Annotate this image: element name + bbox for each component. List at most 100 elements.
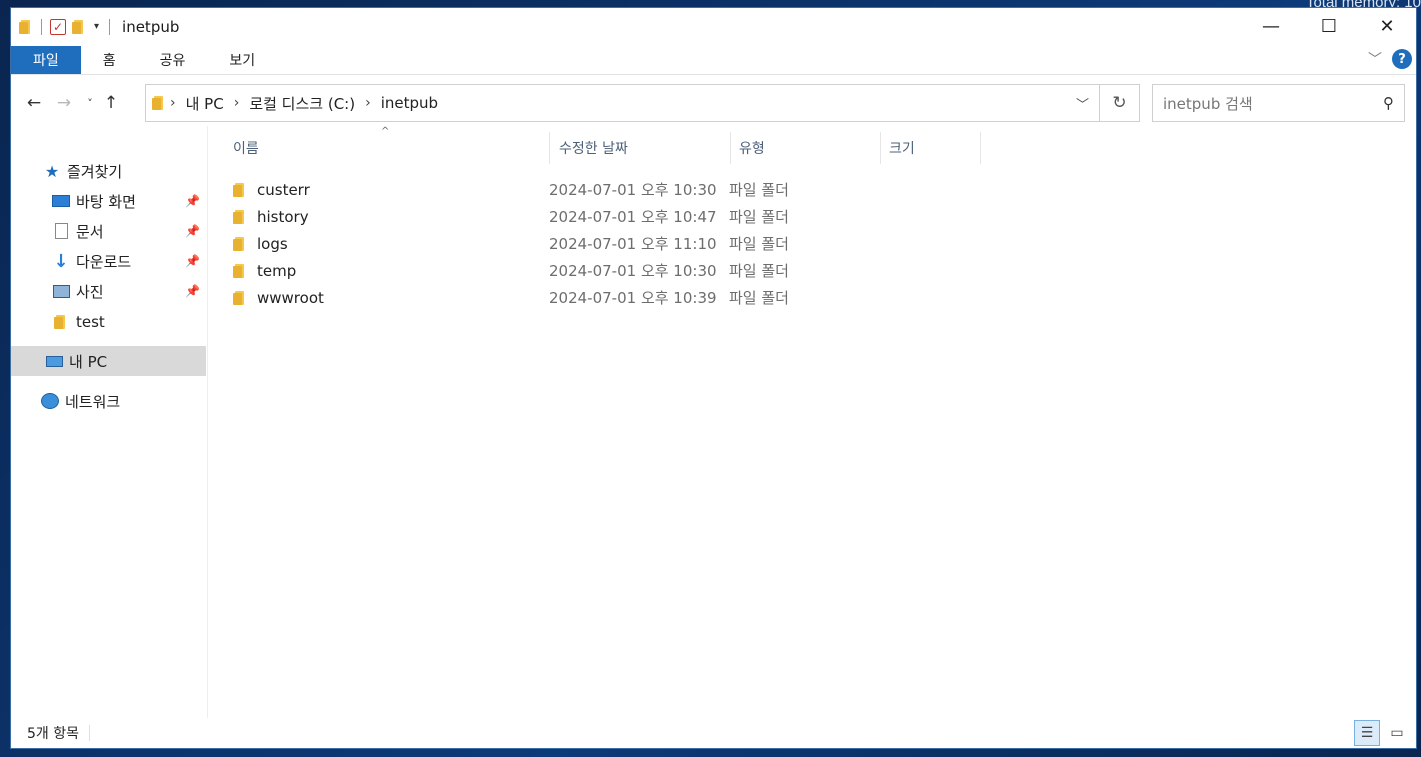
file-name: history <box>257 207 309 226</box>
breadcrumb-separator-icon[interactable]: › <box>361 95 375 111</box>
download-icon: ↓ <box>53 250 69 272</box>
tab-file[interactable]: 파일 <box>11 45 81 74</box>
ribbon-right-controls: ﹀ ? <box>1368 49 1412 69</box>
navigation-bar: ← → ˅ ↑ › 내 PC › 로컬 디스크 (C:) › inetpub ﹀… <box>11 83 1416 123</box>
file-type: 파일 폴더 <box>729 262 789 280</box>
address-dropdown-icon[interactable]: ﹀ <box>1076 94 1089 113</box>
up-button[interactable]: ↑ <box>101 93 121 113</box>
tab-home[interactable]: 홈 <box>81 46 138 74</box>
tab-share[interactable]: 공유 <box>138 46 208 74</box>
window-title: inetpub <box>122 17 180 36</box>
sidebar-item-label: 사진 <box>76 282 104 301</box>
help-icon[interactable]: ? <box>1392 49 1412 69</box>
file-type: 파일 폴더 <box>729 208 789 226</box>
toolbar-separator <box>41 18 42 35</box>
navigation-pane: ★ 즐겨찾기 바탕 화면 📌 문서 📌 ↓ 다운로드 📌 사진 📌 test 내… <box>11 126 208 718</box>
file-type: 파일 폴더 <box>729 289 789 307</box>
file-date: 2024-07-01 오후 10:30 <box>549 262 717 280</box>
status-bar: 5개 항목 ☰ ▭ <box>11 718 1416 748</box>
sidebar-item-downloads[interactable]: ↓ 다운로드 📌 <box>11 246 206 276</box>
breadcrumb-separator-icon[interactable]: › <box>166 95 180 111</box>
pin-icon[interactable]: 📌 <box>185 194 200 208</box>
file-date: 2024-07-01 오후 10:39 <box>549 289 717 307</box>
star-icon: ★ <box>44 161 60 181</box>
pin-icon[interactable]: 📌 <box>185 224 200 238</box>
folder-icon <box>19 19 33 35</box>
breadcrumb-inetpub[interactable]: inetpub <box>375 94 444 112</box>
toolbar-separator <box>109 18 111 35</box>
table-row[interactable]: wwwroot 2024-07-01 오후 10:39 파일 폴더 <box>233 284 879 311</box>
folder-icon <box>233 236 247 252</box>
breadcrumb-this-pc[interactable]: 내 PC <box>180 93 230 114</box>
sidebar-item-this-pc[interactable]: 내 PC <box>11 346 206 376</box>
folder-icon <box>152 95 166 111</box>
search-icon: ⚲ <box>1383 94 1394 112</box>
recent-locations-button[interactable]: ˅ <box>79 97 101 110</box>
maximize-button[interactable]: ☐ <box>1300 8 1358 45</box>
column-header-type[interactable]: 유형 <box>731 132 881 164</box>
status-separator <box>89 725 90 741</box>
sidebar-item-label: 네트워크 <box>65 392 121 411</box>
pictures-icon <box>52 284 70 298</box>
tab-view[interactable]: 보기 <box>207 46 277 74</box>
search-placeholder: inetpub 검색 <box>1163 94 1253 113</box>
desktop-icon <box>52 195 70 207</box>
sidebar-item-desktop[interactable]: 바탕 화면 📌 <box>11 186 206 216</box>
sidebar-item-label: 문서 <box>76 222 104 241</box>
column-header-name[interactable]: 이름 <box>225 132 550 164</box>
pin-icon[interactable]: 📌 <box>185 254 200 268</box>
title-bar: ✓ ▾ inetpub — ☐ ✕ <box>11 8 1416 45</box>
close-button[interactable]: ✕ <box>1358 8 1416 45</box>
sidebar-item-label: test <box>76 313 105 331</box>
file-date: 2024-07-01 오후 11:10 <box>549 235 717 253</box>
table-row[interactable]: custerr 2024-07-01 오후 10:30 파일 폴더 <box>233 176 879 203</box>
table-row[interactable]: logs 2024-07-01 오후 11:10 파일 폴더 <box>233 230 879 257</box>
folder-icon <box>233 209 247 225</box>
sidebar-item-label: 즐겨찾기 <box>67 162 123 181</box>
customize-toolbar-icon[interactable]: ▾ <box>92 21 101 32</box>
sidebar-item-test[interactable]: test <box>11 307 206 337</box>
quick-access-toolbar: ✓ ▾ inetpub <box>11 8 179 45</box>
column-header-date[interactable]: 수정한 날짜 <box>551 132 731 164</box>
address-bar[interactable]: › 내 PC › 로컬 디스크 (C:) › inetpub ﹀ <box>145 84 1100 122</box>
folder-icon <box>233 182 247 198</box>
table-row[interactable]: temp 2024-07-01 오후 10:30 파일 폴더 <box>233 257 879 284</box>
breadcrumb-local-disk[interactable]: 로컬 디스크 (C:) <box>243 93 361 114</box>
column-header-size[interactable]: 크기 <box>881 132 981 164</box>
view-switcher: ☰ ▭ <box>1354 720 1410 746</box>
expand-ribbon-icon[interactable]: ﹀ <box>1368 49 1382 69</box>
folder-icon <box>52 314 70 330</box>
explorer-window: ✓ ▾ inetpub — ☐ ✕ 파일 홈 공유 보기 ﹀ ? ← → ˅ ↑… <box>10 7 1417 749</box>
file-name: temp <box>257 261 297 280</box>
forward-button[interactable]: → <box>49 93 79 113</box>
folder-icon <box>233 263 247 279</box>
pin-icon[interactable]: 📌 <box>185 284 200 298</box>
item-count: 5개 항목 <box>27 726 79 742</box>
properties-icon[interactable]: ✓ <box>50 18 66 35</box>
search-input[interactable]: inetpub 검색 ⚲ <box>1152 84 1405 122</box>
refresh-button[interactable]: ↻ <box>1100 84 1140 122</box>
breadcrumb-separator-icon[interactable]: › <box>230 95 244 111</box>
details-view-icon[interactable]: ☰ <box>1354 720 1380 746</box>
sidebar-item-network[interactable]: 네트워크 <box>11 386 206 416</box>
ribbon-tabs: 파일 홈 공유 보기 ﹀ ? <box>11 45 1416 75</box>
back-button[interactable]: ← <box>19 93 49 113</box>
sidebar-item-documents[interactable]: 문서 📌 <box>11 216 206 246</box>
file-list: ^ 이름 수정한 날짜 유형 크기 custerr 2024-07-01 오후 … <box>209 126 1416 718</box>
sidebar-item-label: 바탕 화면 <box>76 192 136 211</box>
file-name: custerr <box>257 180 310 199</box>
table-row[interactable]: history 2024-07-01 오후 10:47 파일 폴더 <box>233 203 879 230</box>
window-controls: — ☐ ✕ <box>1242 8 1416 45</box>
file-date: 2024-07-01 오후 10:30 <box>549 181 717 199</box>
file-type: 파일 폴더 <box>729 235 789 253</box>
document-icon <box>52 223 70 239</box>
file-name: logs <box>257 234 288 253</box>
sidebar-item-label: 내 PC <box>69 352 108 371</box>
minimize-button[interactable]: — <box>1242 8 1300 45</box>
new-folder-icon[interactable] <box>72 19 86 35</box>
sidebar-item-pictures[interactable]: 사진 📌 <box>11 276 206 306</box>
file-name: wwwroot <box>257 288 324 307</box>
sidebar-item-quick-access[interactable]: ★ 즐겨찾기 <box>11 156 206 186</box>
folder-icon <box>233 290 247 306</box>
large-icons-view-icon[interactable]: ▭ <box>1384 720 1410 746</box>
